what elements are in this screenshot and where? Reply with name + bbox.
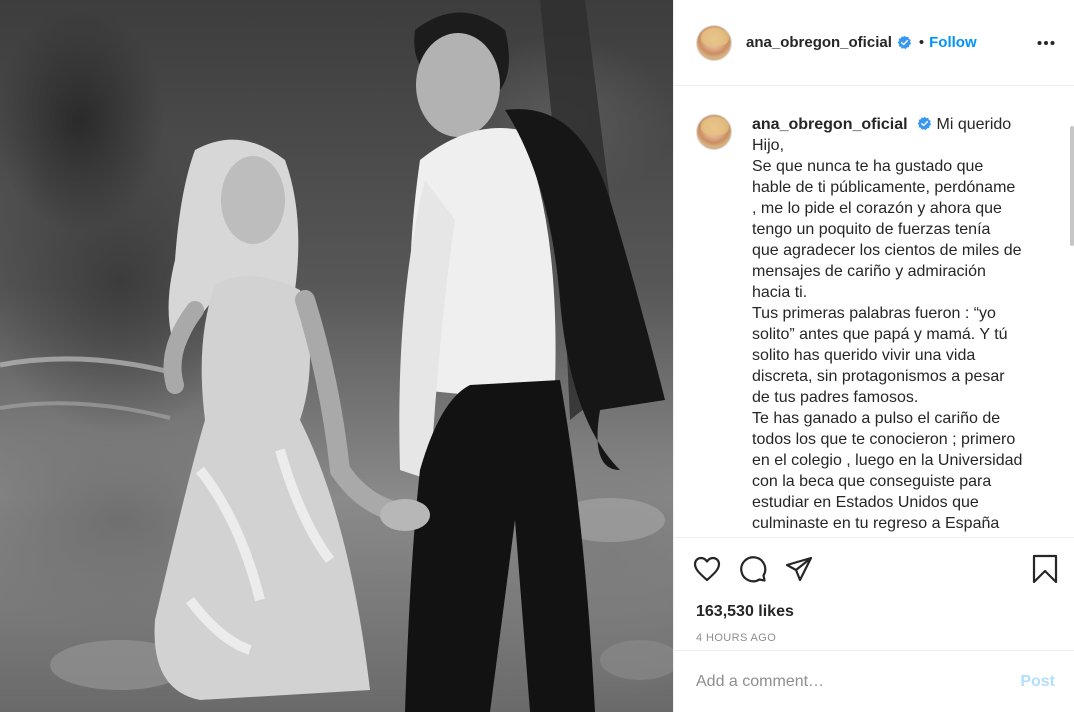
save-button[interactable] — [1030, 554, 1060, 584]
caption-username[interactable]: ana_obregon_oficial — [752, 116, 908, 133]
post-timestamp[interactable]: 4 HOURS AGO — [674, 632, 1074, 648]
post-comment-button[interactable]: Post — [1020, 673, 1055, 691]
verified-badge-icon — [917, 116, 932, 131]
caption-body: ana_obregon_oficial Mi querido Hijo, Se … — [752, 114, 1022, 534]
bookmark-icon — [1032, 554, 1058, 584]
header-username[interactable]: ana_obregon_oficial — [746, 34, 892, 51]
post-photo[interactable] — [0, 0, 673, 712]
like-button[interactable] — [692, 554, 722, 584]
instagram-post: ana_obregon_oficial • Follow ana_obregon… — [0, 0, 1074, 712]
caption: ana_obregon_oficial Mi querido Hijo, Se … — [696, 114, 1041, 534]
caption-text: Mi querido Hijo, Se que nunca te ha gust… — [752, 116, 1023, 532]
more-options-button[interactable] — [1034, 31, 1058, 55]
post-header: ana_obregon_oficial • Follow — [674, 0, 1074, 86]
comments-scroll-area[interactable]: ana_obregon_oficial Mi querido Hijo, Se … — [674, 86, 1074, 538]
verified-badge-icon — [897, 35, 911, 50]
likes-count[interactable]: 163,530 likes — [674, 600, 1074, 624]
comment-icon — [740, 556, 767, 583]
photo-illustration — [0, 0, 673, 712]
share-button[interactable] — [784, 554, 814, 584]
comment-button[interactable] — [738, 554, 768, 584]
more-horizontal-icon — [1037, 40, 1055, 45]
post-side-panel: ana_obregon_oficial • Follow ana_obregon… — [673, 0, 1074, 712]
separator-dot: • — [918, 34, 925, 51]
caption-avatar[interactable] — [696, 114, 732, 150]
heart-icon — [693, 556, 721, 582]
comment-input[interactable] — [696, 672, 1021, 691]
add-comment-form: Post — [674, 650, 1074, 712]
share-icon — [785, 556, 813, 582]
follow-button[interactable]: Follow — [929, 34, 977, 51]
scrollbar[interactable] — [1070, 126, 1074, 246]
avatar[interactable] — [696, 24, 732, 61]
action-bar — [674, 538, 1074, 600]
